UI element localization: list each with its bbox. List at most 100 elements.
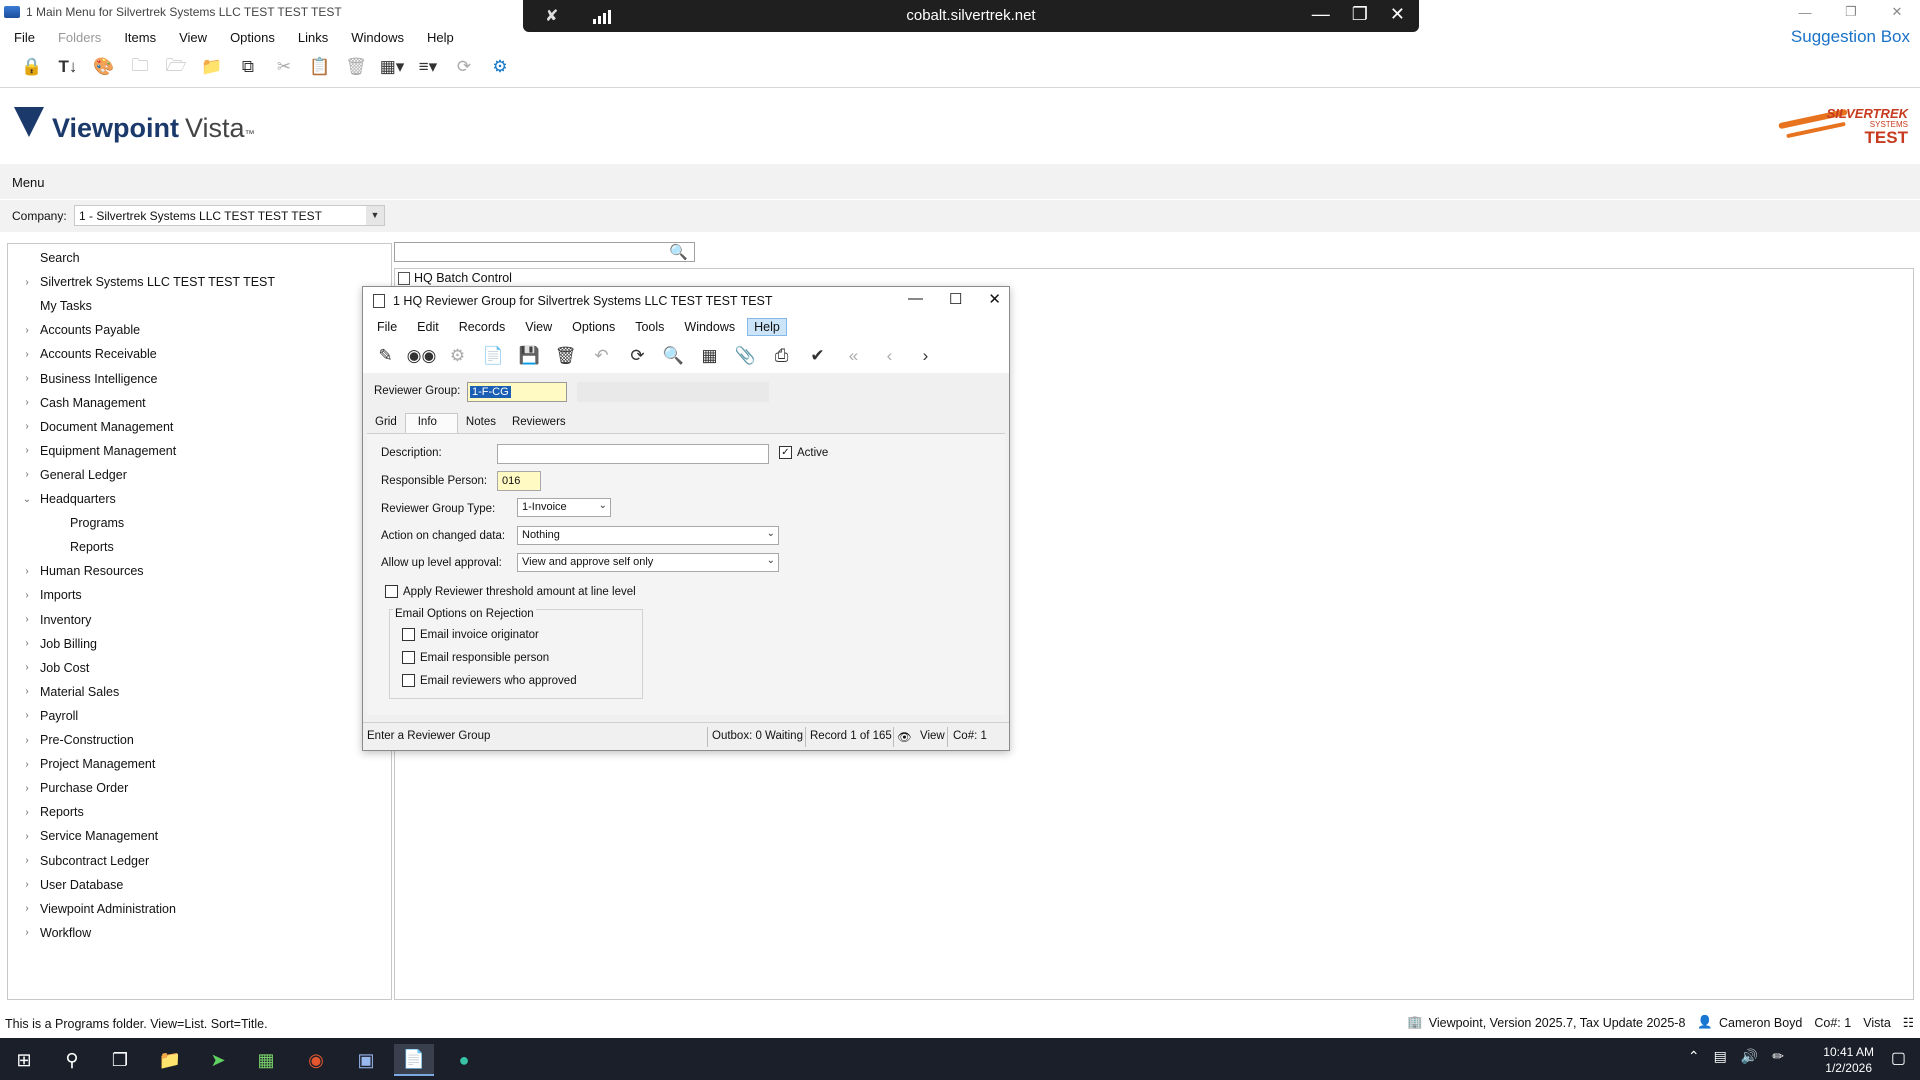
chevron-right-icon[interactable]: › [20, 614, 34, 625]
tools-icon[interactable]: ⚙ [488, 55, 512, 79]
tab-grid[interactable]: Grid [367, 413, 405, 433]
action-on-changed-data-select[interactable]: Nothing ⌄ [517, 526, 779, 545]
pen-icon[interactable]: ✏ [1772, 1048, 1784, 1065]
new-record-icon[interactable]: 📄 [481, 344, 506, 368]
search-icon[interactable]: ⚲ [52, 1044, 92, 1076]
chevron-right-icon[interactable]: › [20, 759, 34, 770]
tree-item[interactable]: › Purchase Order [8, 777, 128, 799]
threshold-checkbox[interactable] [385, 585, 398, 598]
responsible-person-input[interactable]: 016 [497, 471, 541, 491]
sort-icon[interactable]: ≡▾ [416, 55, 440, 79]
first-record-icon[interactable]: « [841, 344, 866, 368]
tree-item[interactable]: › Material Sales [8, 681, 119, 703]
dialog-menu-file[interactable]: File [363, 320, 397, 334]
app-arrow-icon[interactable]: ➤ [198, 1044, 238, 1076]
chevron-right-icon[interactable]: › [20, 783, 34, 794]
dialog-minimize-button[interactable]: — [908, 290, 923, 308]
chevron-right-icon[interactable]: › [20, 469, 34, 480]
menu-help[interactable]: Help [413, 30, 463, 45]
dialog-maximize-button[interactable]: ☐ [949, 290, 962, 308]
tree-item[interactable]: › Accounts Payable [8, 319, 140, 341]
remote-restore-button[interactable]: ❐ [1352, 4, 1368, 25]
restore-button[interactable]: ❐ [1828, 0, 1874, 24]
chevron-right-icon[interactable]: › [20, 277, 34, 288]
chevron-right-icon[interactable]: › [20, 879, 34, 890]
network-icon[interactable]: ▤ [1714, 1048, 1727, 1065]
remote-close-button[interactable]: ✕ [1390, 4, 1405, 25]
tab-reviewers[interactable]: Reviewers [504, 413, 574, 433]
tree-item[interactable]: › Inventory [8, 609, 91, 631]
chevron-right-icon[interactable]: › [20, 397, 34, 408]
email-reviewers-checkbox[interactable] [402, 674, 415, 687]
tree-item[interactable]: › Job Cost [8, 657, 89, 679]
hq-batch-control-tab[interactable]: HQ Batch Control [398, 271, 512, 285]
globe-app-icon[interactable]: ● [444, 1044, 484, 1076]
next-record-icon[interactable]: › [913, 344, 938, 368]
remote-minimize-button[interactable]: — [1312, 4, 1330, 25]
chevron-right-icon[interactable]: › [20, 638, 34, 649]
chevron-right-icon[interactable]: › [20, 566, 34, 577]
copy-icon[interactable]: ⧉ [236, 55, 260, 79]
previous-record-icon[interactable]: ‹ [877, 344, 902, 368]
dialog-menu-records[interactable]: Records [445, 320, 506, 334]
tab-info[interactable]: Info [404, 413, 458, 433]
tree-item[interactable]: › Job Billing [8, 633, 97, 655]
attachment-icon[interactable]: 📎 [733, 344, 758, 368]
allow-up-level-approval-select[interactable]: View and approve self only ⌄ [517, 553, 779, 572]
chevron-right-icon[interactable]: › [20, 373, 34, 384]
tree-item[interactable]: › Payroll [8, 705, 78, 727]
tree-item[interactable]: › Viewpoint Administration [8, 898, 176, 920]
print-icon[interactable]: ⎙ [769, 344, 794, 368]
dialog-menu-tools[interactable]: Tools [621, 320, 664, 334]
minimize-button[interactable]: — [1782, 0, 1828, 24]
email-originator-checkbox[interactable] [402, 628, 415, 641]
dialog-menu-windows[interactable]: Windows [670, 320, 735, 334]
tree-item[interactable]: › Document Management [8, 416, 173, 438]
tree-item[interactable]: › Cash Management [8, 392, 145, 414]
dialog-menu-options[interactable]: Options [558, 320, 615, 334]
chevron-right-icon[interactable]: › [20, 349, 34, 360]
refresh-icon[interactable]: ⟳ [452, 55, 476, 79]
chevron-right-icon[interactable]: › [20, 927, 34, 938]
chevron-right-icon[interactable]: › [20, 710, 34, 721]
menu-file[interactable]: File [0, 30, 44, 45]
paste-icon[interactable]: 📋 [308, 55, 332, 79]
close-button[interactable]: ✕ [1874, 0, 1920, 24]
new-folder-icon[interactable]: 🗀 [128, 55, 152, 79]
menu-view[interactable]: View [165, 30, 216, 45]
grid-icon[interactable]: ▦ [697, 344, 722, 368]
start-button-icon[interactable]: ⊞ [4, 1044, 44, 1076]
reviewer-group-type-select[interactable]: 1-Invoice ⌄ [517, 498, 611, 517]
tree-item[interactable]: › Equipment Management [8, 440, 176, 462]
delete-icon[interactable]: 🗑 [553, 344, 578, 368]
find-binoculars-icon[interactable]: ◉◉ [407, 344, 437, 368]
notifications-icon[interactable]: ▢ [1891, 1048, 1906, 1068]
description-input[interactable] [497, 444, 769, 464]
chevron-right-icon[interactable]: › [20, 831, 34, 842]
edit-icon[interactable]: ✎ [373, 344, 398, 368]
tree-item[interactable]: › Workflow [8, 922, 91, 944]
tree-item[interactable]: ⌄ Headquarters [8, 488, 116, 510]
chevron-right-icon[interactable]: › [20, 445, 34, 456]
tree-item[interactable]: › Accounts Receivable [8, 343, 156, 365]
tree-item[interactable]: › User Database [8, 874, 123, 896]
cut-icon[interactable]: ✂ [272, 55, 296, 79]
tree-item[interactable]: › Pre-Construction [8, 729, 133, 751]
search-icon[interactable]: 🔍 [669, 243, 688, 261]
menu-links[interactable]: Links [284, 30, 337, 45]
dialog-menu-edit[interactable]: Edit [403, 320, 439, 334]
settings-icon[interactable]: ⚙ [445, 344, 470, 368]
font-size-icon[interactable]: T↓ [56, 55, 80, 79]
tree-item[interactable]: Search [8, 247, 80, 269]
grid-view-icon[interactable]: ▦▾ [380, 55, 405, 79]
tree-item[interactable]: › Business Intelligence [8, 368, 157, 390]
chevron-right-icon[interactable]: › [20, 903, 34, 914]
chevron-right-icon[interactable]: › [20, 325, 34, 336]
chevron-right-icon[interactable]: › [20, 662, 34, 673]
chrome-icon[interactable]: ◉ [296, 1044, 336, 1076]
save-icon[interactable]: 💾 [517, 344, 542, 368]
dialog-menu-help[interactable]: Help [747, 318, 787, 336]
tree-item[interactable]: › General Ledger [8, 464, 127, 486]
chevron-right-icon[interactable]: › [20, 686, 34, 697]
tree-item[interactable]: › Subcontract Ledger [8, 850, 149, 872]
